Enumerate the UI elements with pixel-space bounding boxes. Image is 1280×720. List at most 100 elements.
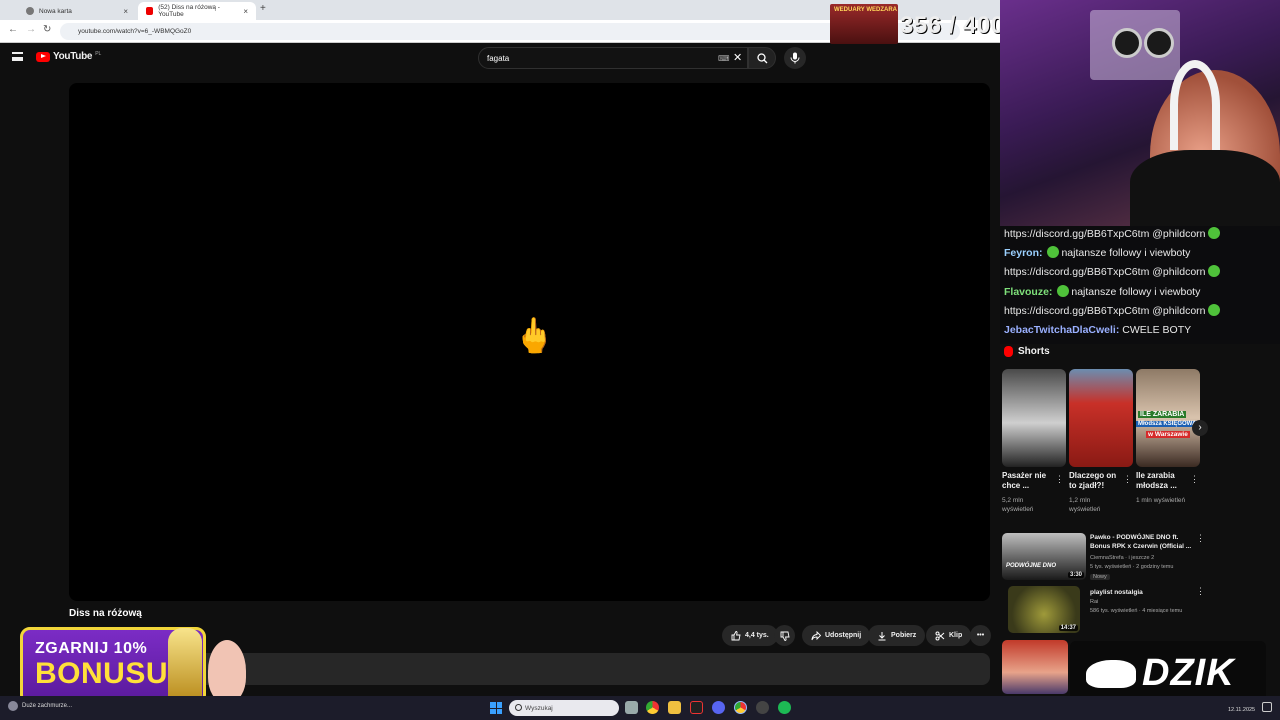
- short-views: 1 mln wyświetleń: [1136, 497, 1186, 504]
- short-thumbnail[interactable]: [1069, 369, 1133, 467]
- thumbs-down-icon: [780, 631, 790, 641]
- obs-icon[interactable]: [756, 701, 769, 714]
- close-tab-icon[interactable]: ×: [123, 7, 128, 16]
- url-field[interactable]: youtube.com/watch?v=6_-WBMQGoZ0: [60, 23, 960, 40]
- video-more-icon[interactable]: ⋮: [1196, 586, 1205, 597]
- weather-text: Duże zachmurze...: [22, 703, 73, 709]
- search-input[interactable]: fagata: [478, 47, 748, 69]
- dislike-button[interactable]: [774, 625, 795, 646]
- shorts-next-chevron-icon[interactable]: ›: [1192, 420, 1208, 436]
- short-title[interactable]: Pasażer nie chce ...: [1002, 471, 1054, 491]
- windows-start-icon[interactable]: [490, 702, 502, 714]
- chat-text: https://discord.gg/BB6TxpC6tm @phildcorn: [1004, 228, 1206, 240]
- recommended-video[interactable]: PODWÓJNE DNO 3:30 Pawko - PODWÓJNE DNO f…: [1002, 533, 1205, 581]
- video-thumbnail[interactable]: 14:37: [1008, 586, 1080, 633]
- short-thumbnail[interactable]: [1002, 369, 1066, 467]
- video-thumbnail[interactable]: [1002, 640, 1068, 694]
- weather-widget[interactable]: Duże zachmurze...: [8, 701, 72, 711]
- clip-button[interactable]: Klip: [926, 625, 972, 646]
- search-button[interactable]: [748, 47, 776, 69]
- spotify-icon[interactable]: [778, 701, 791, 714]
- chat-message: Feyron: najtansze followy i viewboty: [1004, 246, 1190, 259]
- cloud-icon: [8, 701, 18, 711]
- short-thumb-text: w Warszawie: [1146, 431, 1190, 438]
- task-view-icon[interactable]: [625, 701, 638, 714]
- share-icon: [811, 630, 821, 640]
- download-icon: [878, 631, 886, 640]
- youtube-favicon-icon: [146, 7, 154, 15]
- thumbnail-text: PODWÓJNE DNO: [1006, 563, 1057, 569]
- download-button[interactable]: Pobierz: [868, 625, 926, 646]
- logo-text: YouTube: [53, 51, 93, 62]
- taskbar-search[interactable]: Wyszukaj: [509, 700, 619, 716]
- search-icon: [757, 53, 768, 64]
- windows-taskbar: [0, 696, 1280, 720]
- short-title[interactable]: Ile zarabia młodsza ...: [1136, 471, 1188, 491]
- short-more-icon[interactable]: ⋮: [1190, 474, 1199, 485]
- forward-arrow-icon[interactable]: →: [26, 24, 36, 35]
- shorts-header: Shorts: [1004, 346, 1050, 357]
- follower-goal-counter: 356 / 400: [900, 12, 1005, 39]
- clear-search-icon[interactable]: ✕: [733, 51, 742, 64]
- new-badge: Nowy: [1090, 574, 1110, 580]
- logo-country-code: PL: [95, 50, 102, 57]
- emote-icon: [1207, 227, 1220, 239]
- video-title[interactable]: Pawko - PODWÓJNE DNO ft. Bonus RPK x Cze…: [1090, 533, 1196, 551]
- youtube-logo[interactable]: YouTube PL: [36, 51, 101, 62]
- chrome-icon[interactable]: [734, 701, 747, 714]
- close-tab-icon[interactable]: ×: [243, 7, 248, 16]
- capcut-icon[interactable]: [690, 701, 703, 714]
- like-button[interactable]: 4,4 tys.: [722, 625, 778, 646]
- channel-name[interactable]: CiemnaStrefa · i jeszcze 2: [1090, 555, 1154, 561]
- recommended-video[interactable]: 14:37 playlist nostalgia Rai 586 tys. wy…: [1002, 586, 1205, 634]
- new-tab-button[interactable]: +: [260, 3, 266, 14]
- promo-line-2: BONUSU: [35, 657, 169, 690]
- short-title[interactable]: Dlaczego on to zjadł?!: [1069, 471, 1121, 491]
- tab-new-tab[interactable]: Nowa karta ×: [18, 2, 136, 20]
- tab-title: Nowa karta: [39, 7, 72, 15]
- back-arrow-icon[interactable]: ←: [8, 24, 18, 35]
- reload-icon[interactable]: ↻: [43, 24, 51, 35]
- stream-chat: https://discord.gg/BB6TxpC6tm @phildcorn…: [1000, 226, 1280, 344]
- boar-icon: [1086, 660, 1136, 688]
- chat-username: JebacTwitchaDlaCweli:: [1004, 324, 1120, 336]
- file-explorer-icon[interactable]: [668, 701, 681, 714]
- more-actions-button[interactable]: •••: [970, 625, 991, 646]
- chrome-icon: [26, 7, 34, 15]
- emote-icon: [1057, 285, 1070, 297]
- video-thumbnail[interactable]: PODWÓJNE DNO 3:30: [1002, 533, 1086, 580]
- short-views: 5,2 mln wyświetleń: [1002, 497, 1034, 513]
- short-thumbnail[interactable]: ILE ZARABIA Młodsza KSIĘGOWA w Warszawie: [1136, 369, 1200, 467]
- vinyl-disc-image: [1112, 28, 1142, 58]
- taskbar-search-placeholder: Wyszukaj: [525, 704, 553, 712]
- chat-message: https://discord.gg/BB6TxpC6tm @phildcorn: [1004, 304, 1222, 317]
- chat-message: https://discord.gg/BB6TxpC6tm @phildcorn: [1004, 265, 1222, 278]
- chat-message: JebacTwitchaDlaCweli: CWELE BOTY: [1004, 324, 1191, 336]
- channel-name[interactable]: Rai: [1090, 599, 1098, 605]
- short-more-icon[interactable]: ⋮: [1055, 474, 1064, 485]
- keyboard-icon[interactable]: ⌨: [718, 54, 730, 63]
- tab-title: (52) Diss na różową - YouTube: [158, 4, 220, 18]
- url-text: youtube.com/watch?v=6_-WBMQGoZ0: [78, 28, 192, 35]
- emote-icon: [1047, 246, 1060, 258]
- streamer-webcam: [1000, 0, 1280, 228]
- shorts-title: Shorts: [1018, 346, 1050, 357]
- notification-icon[interactable]: [1262, 702, 1272, 712]
- chat-username: Flavouze:: [1004, 286, 1053, 298]
- thumbs-up-icon: [731, 630, 741, 640]
- discord-icon[interactable]: [712, 701, 725, 714]
- banner-text: WEDUARY WEDZARA: [834, 7, 897, 13]
- tab-youtube[interactable]: (52) Diss na różową - YouTube ×: [138, 2, 256, 20]
- chrome-icon[interactable]: [646, 701, 659, 714]
- microphone-icon: [790, 52, 800, 64]
- chat-text: najtansze followy i viewboty: [1071, 286, 1201, 298]
- share-button[interactable]: Udostępnij: [802, 625, 871, 646]
- video-more-icon[interactable]: ⋮: [1196, 533, 1205, 544]
- scissors-icon: [935, 631, 945, 640]
- download-label: Pobierz: [891, 632, 917, 639]
- voice-search-button[interactable]: [784, 47, 806, 69]
- video-title[interactable]: playlist nostalgia: [1090, 588, 1196, 597]
- menu-hamburger-icon[interactable]: [12, 52, 23, 61]
- short-more-icon[interactable]: ⋮: [1123, 474, 1132, 485]
- dzik-logo-text: DZIK: [1142, 652, 1235, 694]
